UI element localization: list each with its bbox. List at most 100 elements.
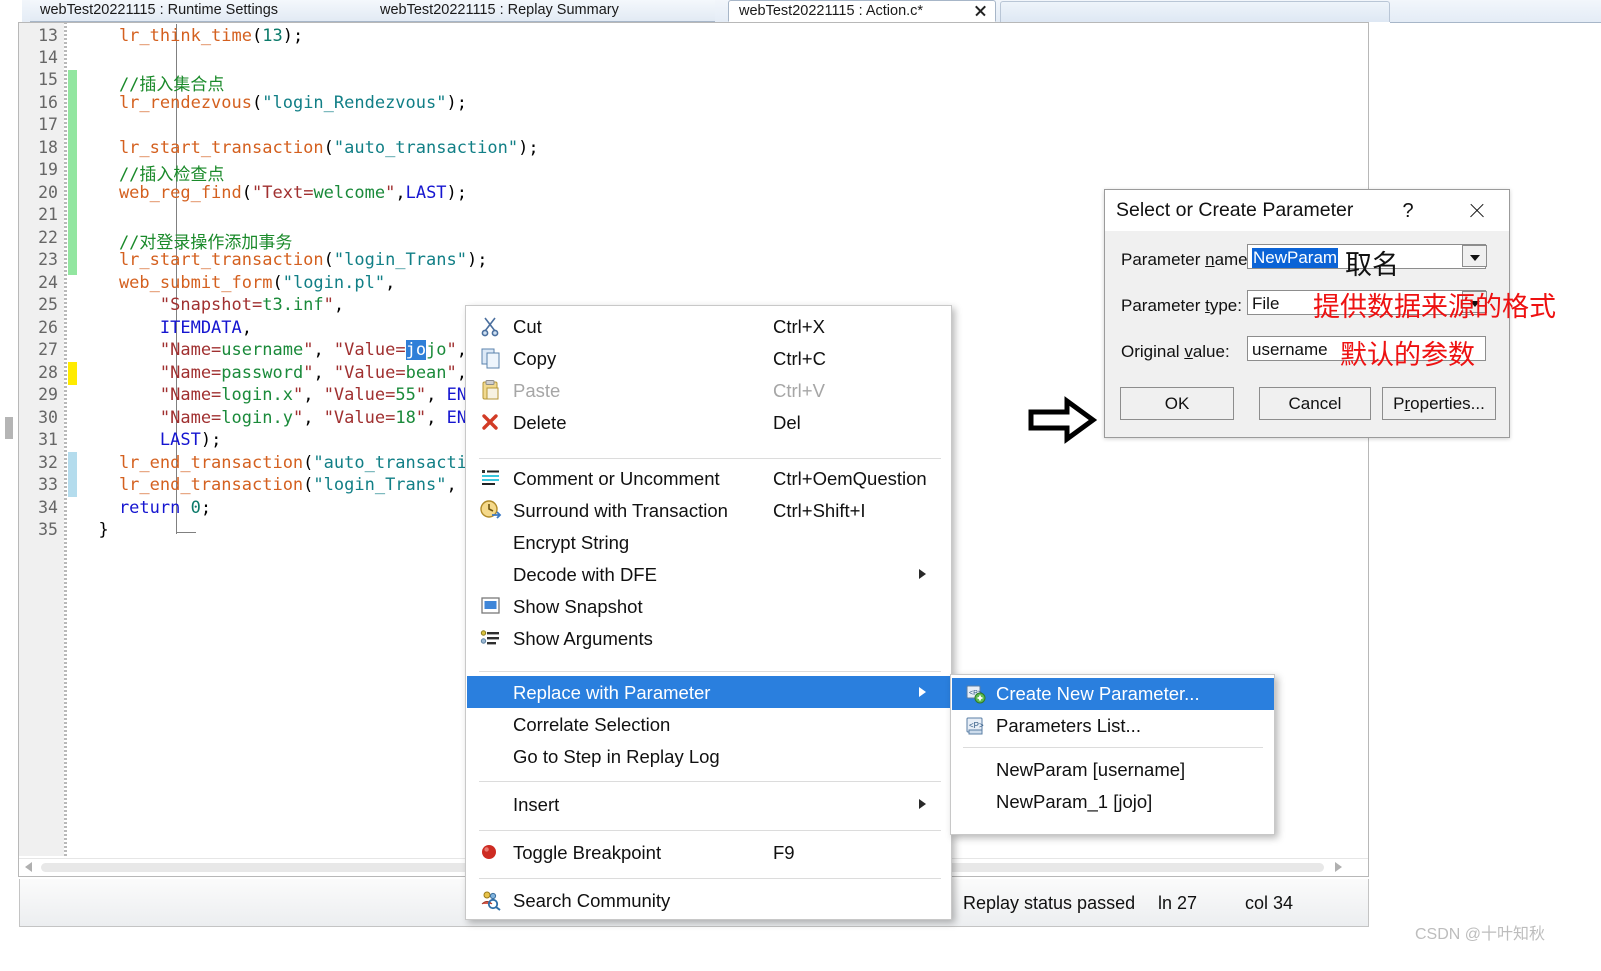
menu-item-search-community[interactable]: Search Community <box>467 884 951 916</box>
new-parameter-icon: <P> <box>964 683 988 705</box>
watermark: CSDN @十叶知秋 <box>1415 926 1546 943</box>
menu-item-show-arguments[interactable]: Show Arguments <box>467 622 951 654</box>
tab-strip-empty-area <box>1000 1 1390 23</box>
line-number: 18 <box>38 138 58 157</box>
line-number: 25 <box>38 295 58 314</box>
vertical-scroll-thumb[interactable] <box>5 417 13 439</box>
line-number: 26 <box>38 318 58 337</box>
menu-item-accelerator: Ctrl+X <box>773 316 825 337</box>
close-icon[interactable] <box>973 4 987 18</box>
menu-item-encrypt-string[interactable]: Encrypt String <box>467 526 951 558</box>
tab-replay-summary[interactable]: webTest20221115 : Replay Summary <box>370 0 715 22</box>
tab-runtime-settings[interactable]: webTest20221115 : Runtime Settings <box>30 0 370 22</box>
menu-item-decode-with-dfe[interactable]: Decode with DFE <box>467 558 951 590</box>
submenu-item-label: NewParam_1 [jojo] <box>996 791 1153 812</box>
line-number: 34 <box>38 498 58 517</box>
line-number: 17 <box>38 115 58 134</box>
menu-item-surround-with-transaction[interactable]: Surround with Transaction Ctrl+Shift+I <box>467 494 951 526</box>
menu-separator <box>479 781 941 782</box>
submenu-item-newparam-1-jojo[interactable]: NewParam_1 [jojo] <box>952 786 1274 818</box>
menu-separator <box>479 671 941 672</box>
submenu-item-create-new-parameter[interactable]: <P> Create New Parameter... <box>952 678 1274 710</box>
tab-action-c[interactable]: webTest20221115 : Action.c* <box>728 0 996 22</box>
menu-item-replace-with-parameter[interactable]: Replace with Parameter <box>467 676 951 708</box>
line-number: 19 <box>38 160 58 179</box>
menu-item-label: Copy <box>513 348 557 369</box>
change-marker-column <box>68 22 78 856</box>
paste-icon <box>479 379 503 401</box>
line-number: 32 <box>38 453 58 472</box>
scroll-left-arrow-icon[interactable] <box>25 862 32 872</box>
breakpoint-dot-icon <box>479 841 503 863</box>
menu-separator <box>479 458 941 459</box>
menu-item-show-snapshot[interactable]: Show Snapshot <box>467 590 951 622</box>
line-number: 22 <box>38 228 58 247</box>
menu-separator <box>479 830 941 831</box>
code-fold-corner <box>176 532 196 533</box>
tab-label: webTest20221115 : Runtime Settings <box>40 2 279 18</box>
menu-item-label: Encrypt String <box>513 532 630 553</box>
menu-item-label: Toggle Breakpoint <box>513 842 662 863</box>
line-number: 20 <box>38 183 58 202</box>
menu-item-label: Paste <box>513 380 561 401</box>
menu-item-label: Delete <box>513 412 567 433</box>
menu-item-accelerator: F9 <box>773 842 795 863</box>
copy-icon <box>479 347 503 369</box>
parameter-name-dropdown-icon[interactable] <box>1462 245 1487 267</box>
original-value-text: username <box>1252 340 1328 359</box>
properties-button[interactable]: Properties... <box>1382 387 1496 420</box>
submenu-item-label: Parameters List... <box>996 715 1141 736</box>
submenu-item-label: NewParam [username] <box>996 759 1186 780</box>
line-number: 31 <box>38 430 58 449</box>
change-marker-blue <box>68 452 77 497</box>
change-marker-yellow <box>68 362 77 385</box>
scroll-right-arrow-icon[interactable] <box>1335 862 1342 872</box>
submenu-item-label: Create New Parameter... <box>996 683 1200 704</box>
menu-item-cut[interactable]: Cut Ctrl+X <box>467 310 951 342</box>
parameter-name-label: Parameter name: <box>1121 250 1253 269</box>
menu-item-label: Surround with Transaction <box>513 500 728 521</box>
line-number: 15 <box>38 70 58 89</box>
replace-with-parameter-submenu[interactable]: <P> Create New Parameter... <P> Paramete… <box>950 674 1275 835</box>
search-community-icon <box>479 889 503 911</box>
annotation-type-note: 提供数据来源的格式 <box>1313 292 1556 323</box>
menu-item-label: Comment or Uncomment <box>513 468 720 489</box>
annotation-name-note: 取名 <box>1345 250 1399 281</box>
menu-item-correlate-selection[interactable]: Correlate Selection <box>467 708 951 740</box>
menu-item-accelerator: Ctrl+OemQuestion <box>773 468 927 489</box>
parameter-type-value: File <box>1252 294 1280 313</box>
menu-item-label: Go to Step in Replay Log <box>513 746 720 767</box>
original-value-label: Original value: <box>1121 342 1230 361</box>
annotation-arrow-icon <box>1027 396 1098 444</box>
menu-item-delete[interactable]: Delete Del <box>467 406 951 438</box>
delete-x-icon <box>479 411 503 433</box>
tab-label: webTest20221115 : Action.c* <box>739 3 924 19</box>
svg-text:<P>: <P> <box>969 721 984 730</box>
gutter-dotted-divider <box>64 22 67 856</box>
menu-item-go-to-step-in-replay-log[interactable]: Go to Step in Replay Log <box>467 740 951 772</box>
cancel-button[interactable]: Cancel <box>1259 387 1371 420</box>
ok-button[interactable]: OK <box>1120 387 1234 420</box>
menu-item-insert[interactable]: Insert <box>467 788 951 820</box>
status-column-number: col 34 <box>1245 893 1294 913</box>
menu-item-comment-or-uncomment[interactable]: Comment or Uncomment Ctrl+OemQuestion <box>467 462 951 494</box>
menu-item-copy[interactable]: Copy Ctrl+C <box>467 342 951 374</box>
annotation-value-note: 默认的参数 <box>1340 340 1475 371</box>
status-replay[interactable]: Replay status passed <box>963 893 1135 914</box>
submenu-item-newparam-username[interactable]: NewParam [username] <box>952 754 1274 786</box>
menu-item-label: Cut <box>513 316 542 337</box>
line-number: 21 <box>38 205 58 224</box>
close-icon[interactable] <box>1460 198 1492 224</box>
menu-item-label: Correlate Selection <box>513 714 671 735</box>
scissors-icon <box>479 315 503 337</box>
menu-separator <box>479 878 941 879</box>
help-icon[interactable]: ? <box>1394 198 1422 224</box>
chevron-right-icon <box>919 687 926 697</box>
menu-item-label: Show Arguments <box>513 628 653 649</box>
submenu-item-parameters-list[interactable]: <P> Parameters List... <box>952 710 1274 742</box>
menu-item-accelerator: Del <box>773 412 801 433</box>
menu-item-toggle-breakpoint[interactable]: Toggle Breakpoint F9 <box>467 836 951 868</box>
menu-item-accelerator: Ctrl+C <box>773 348 826 369</box>
context-menu[interactable]: Cut Ctrl+X Copy Ctrl+C Paste Ctrl+V Dele… <box>465 305 952 920</box>
line-number: 33 <box>38 475 58 494</box>
